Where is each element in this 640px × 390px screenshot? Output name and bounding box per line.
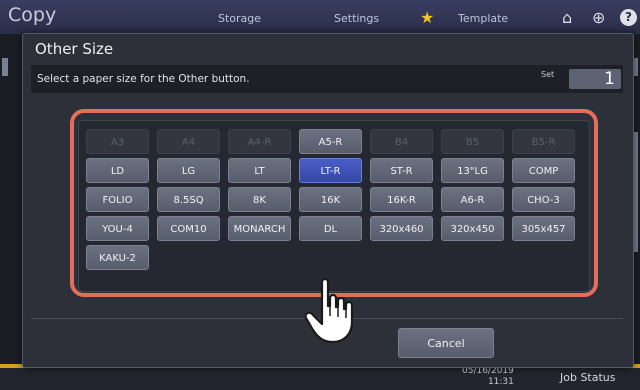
set-count-field[interactable]: 1 (569, 69, 621, 89)
highlight-outline (70, 109, 598, 297)
instruction-bar: Select a paper size for the Other button… (31, 65, 623, 93)
date-time: 05/16/2019 11:31 (462, 366, 514, 388)
instruction-text: Select a paper size for the Other button… (37, 73, 250, 85)
cancel-button[interactable]: Cancel (398, 328, 494, 358)
time-text: 11:31 (487, 377, 514, 387)
set-label: Set (541, 70, 555, 79)
dialog-title: Other Size (35, 40, 114, 58)
app-title: Copy (8, 4, 57, 26)
home-icon[interactable]: ⌂ (562, 8, 572, 27)
help-icon[interactable]: ? (620, 9, 637, 26)
star-icon[interactable]: ★ (420, 8, 434, 27)
status-bar (0, 368, 640, 390)
tab-template[interactable]: Template (458, 12, 508, 25)
globe-icon[interactable]: ⊕ (592, 8, 605, 27)
tab-settings[interactable]: Settings (334, 12, 379, 25)
pointer-hand-icon (304, 277, 354, 344)
top-bar: Copy Storage Settings ★ Template ⌂ ⊕ ? (0, 0, 640, 34)
tab-storage[interactable]: Storage (218, 12, 261, 25)
job-status-button[interactable]: Job Status (560, 371, 616, 384)
background-edge (2, 58, 8, 76)
